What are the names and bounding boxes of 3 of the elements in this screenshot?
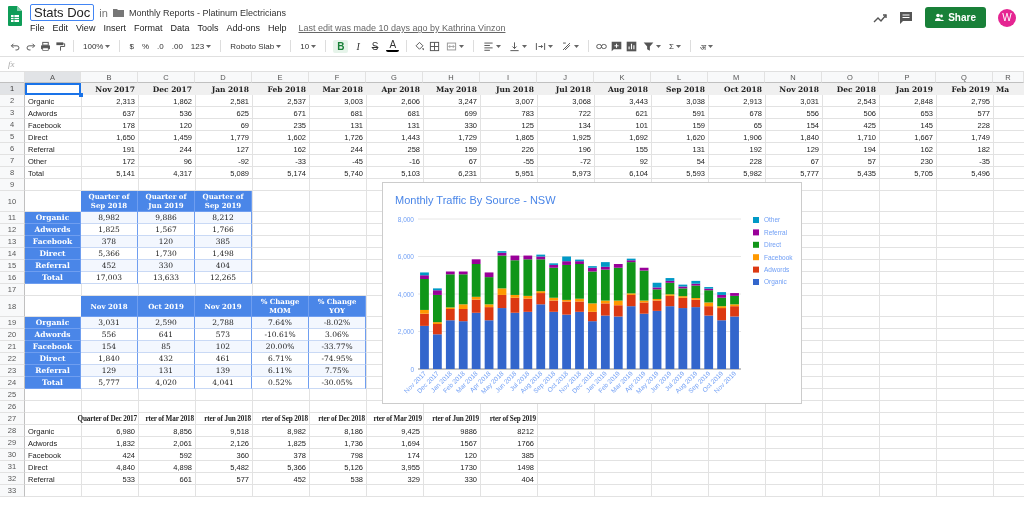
formula-label: fx xyxy=(8,59,15,69)
in-label: in xyxy=(99,6,108,19)
chart-title: Monthly Traffic By Source - NSW xyxy=(395,194,556,206)
